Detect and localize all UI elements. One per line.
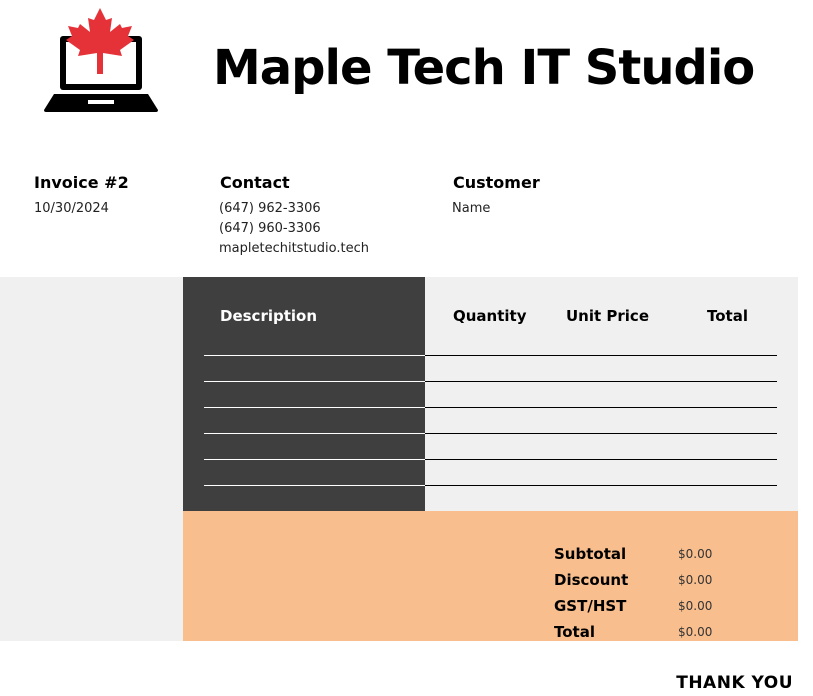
tax-value: $0.00 (678, 599, 713, 613)
subtotal-label: Subtotal (554, 545, 627, 563)
contact-phone-2: (647) 960-3306 (219, 221, 321, 236)
invoice-number: Invoice #2 (34, 173, 129, 192)
subtotal-value: $0.00 (678, 547, 713, 561)
header-total: Total (707, 307, 748, 325)
total-label: Total (554, 623, 595, 641)
contact-heading: Contact (220, 173, 290, 192)
row-divider (425, 407, 777, 408)
row-divider (204, 381, 425, 382)
laptop-maple-leaf-icon (44, 8, 158, 112)
row-divider (204, 433, 425, 434)
row-divider (425, 355, 777, 356)
company-title: Maple Tech IT Studio (213, 40, 755, 96)
customer-name: Name (452, 201, 491, 216)
thank-you-text: THANK YOU (676, 673, 793, 693)
discount-label: Discount (554, 571, 629, 589)
summary-left-background (0, 511, 183, 641)
contact-website: mapletechitstudio.tech (219, 241, 369, 256)
invoice-date: 10/30/2024 (34, 201, 109, 216)
row-divider (425, 459, 777, 460)
total-value: $0.00 (678, 625, 713, 639)
discount-value: $0.00 (678, 573, 713, 587)
row-divider (204, 407, 425, 408)
row-divider (204, 355, 425, 356)
row-divider (204, 485, 425, 486)
row-divider (204, 459, 425, 460)
row-divider (425, 433, 777, 434)
customer-heading: Customer (453, 173, 540, 192)
header-unit-price: Unit Price (566, 307, 649, 325)
header-quantity: Quantity (453, 307, 527, 325)
row-divider (425, 485, 777, 486)
contact-phone-1: (647) 962-3306 (219, 201, 321, 216)
tax-label: GST/HST (554, 597, 627, 615)
row-divider (425, 381, 777, 382)
header-description: Description (220, 307, 318, 325)
